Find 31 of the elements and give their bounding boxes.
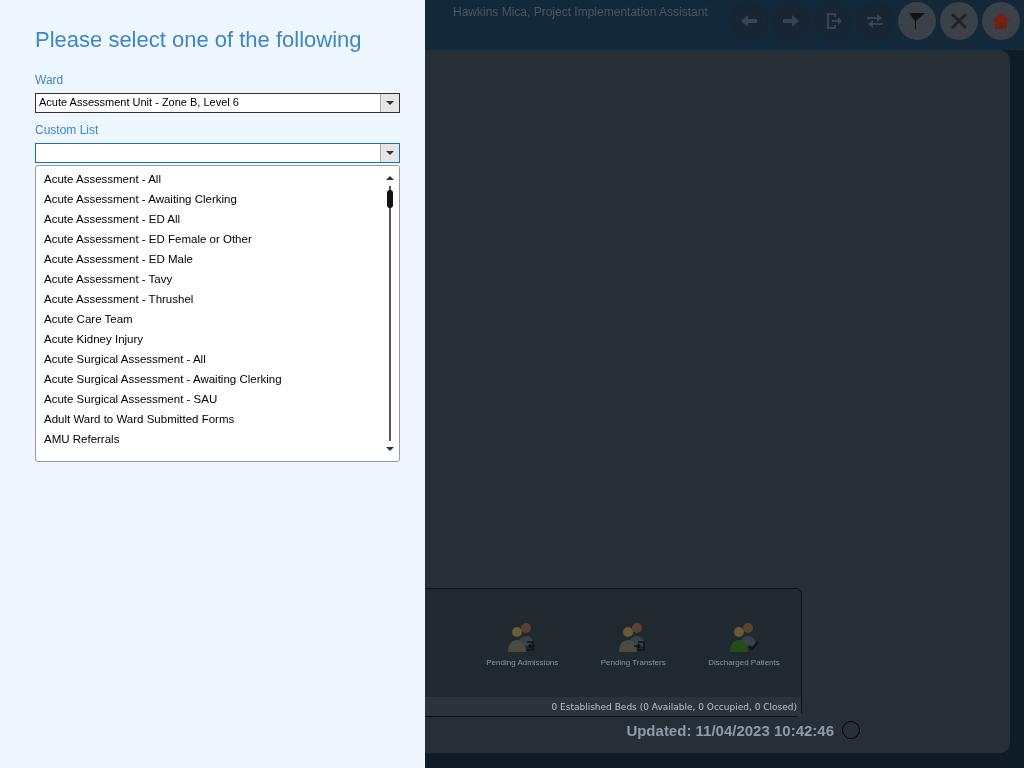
list-option[interactable]: Acute Surgical Assessment - SAU <box>44 389 381 409</box>
ward-dropdown[interactable]: Acute Assessment Unit - Zone B, Level 6 <box>35 93 400 113</box>
custom-list-dropdown[interactable] <box>35 143 400 163</box>
list-option[interactable]: Acute Assessment - ED All <box>44 209 381 229</box>
list-option[interactable]: Acute Surgical Assessment - Awaiting Clerking <box>44 369 381 389</box>
updated-timestamp: Updated: 11/04/2023 10:42:46 <box>626 721 834 739</box>
list-option[interactable]: AMU Referrals <box>44 429 381 449</box>
list-option[interactable]: Acute Assessment - Thrushel <box>44 289 381 309</box>
list-option[interactable]: Acute Care Team <box>44 309 381 329</box>
panel-title: Please select one of the following <box>35 27 363 53</box>
list-option[interactable]: Acute Assessment - ED Female or Other <box>44 229 381 249</box>
list-option[interactable]: Acute Assessment - Awaiting Clerking <box>44 189 381 209</box>
field-label: Custom List <box>35 123 100 139</box>
field-label: Ward <box>35 73 65 89</box>
tile-label: Pending Admissions <box>486 657 559 667</box>
list-option[interactable]: Acute Assessment - All <box>44 169 381 189</box>
list-option[interactable]: Acute Assessment - ED Male <box>44 249 381 269</box>
list-option[interactable]: Acute Assessment - Tavy <box>44 269 381 289</box>
scroll-up-icon[interactable] <box>386 174 394 182</box>
filter-button[interactable] <box>898 2 936 40</box>
close-button[interactable] <box>940 2 978 40</box>
scroll-down-icon[interactable] <box>386 445 394 453</box>
tile-label: Discharged Patients <box>708 657 780 667</box>
list-option[interactable]: Acute Kidney Injury <box>44 329 381 349</box>
user-name: Hawkins Mica, Project Implementation Assistant <box>452 4 708 21</box>
scrollbar-thumb[interactable] <box>387 190 393 208</box>
home-button[interactable] <box>982 2 1020 40</box>
list-option[interactable]: Acute Surgical Assessment - All <box>44 349 381 369</box>
beds-summary: 0 Established Beds (0 Available, 0 Occupied, 0 Closed) <box>425 697 801 716</box>
tile-label: Pending Transfers <box>600 657 666 667</box>
list-option[interactable]: Adult Ward to Ward Submitted Forms <box>44 409 381 429</box>
